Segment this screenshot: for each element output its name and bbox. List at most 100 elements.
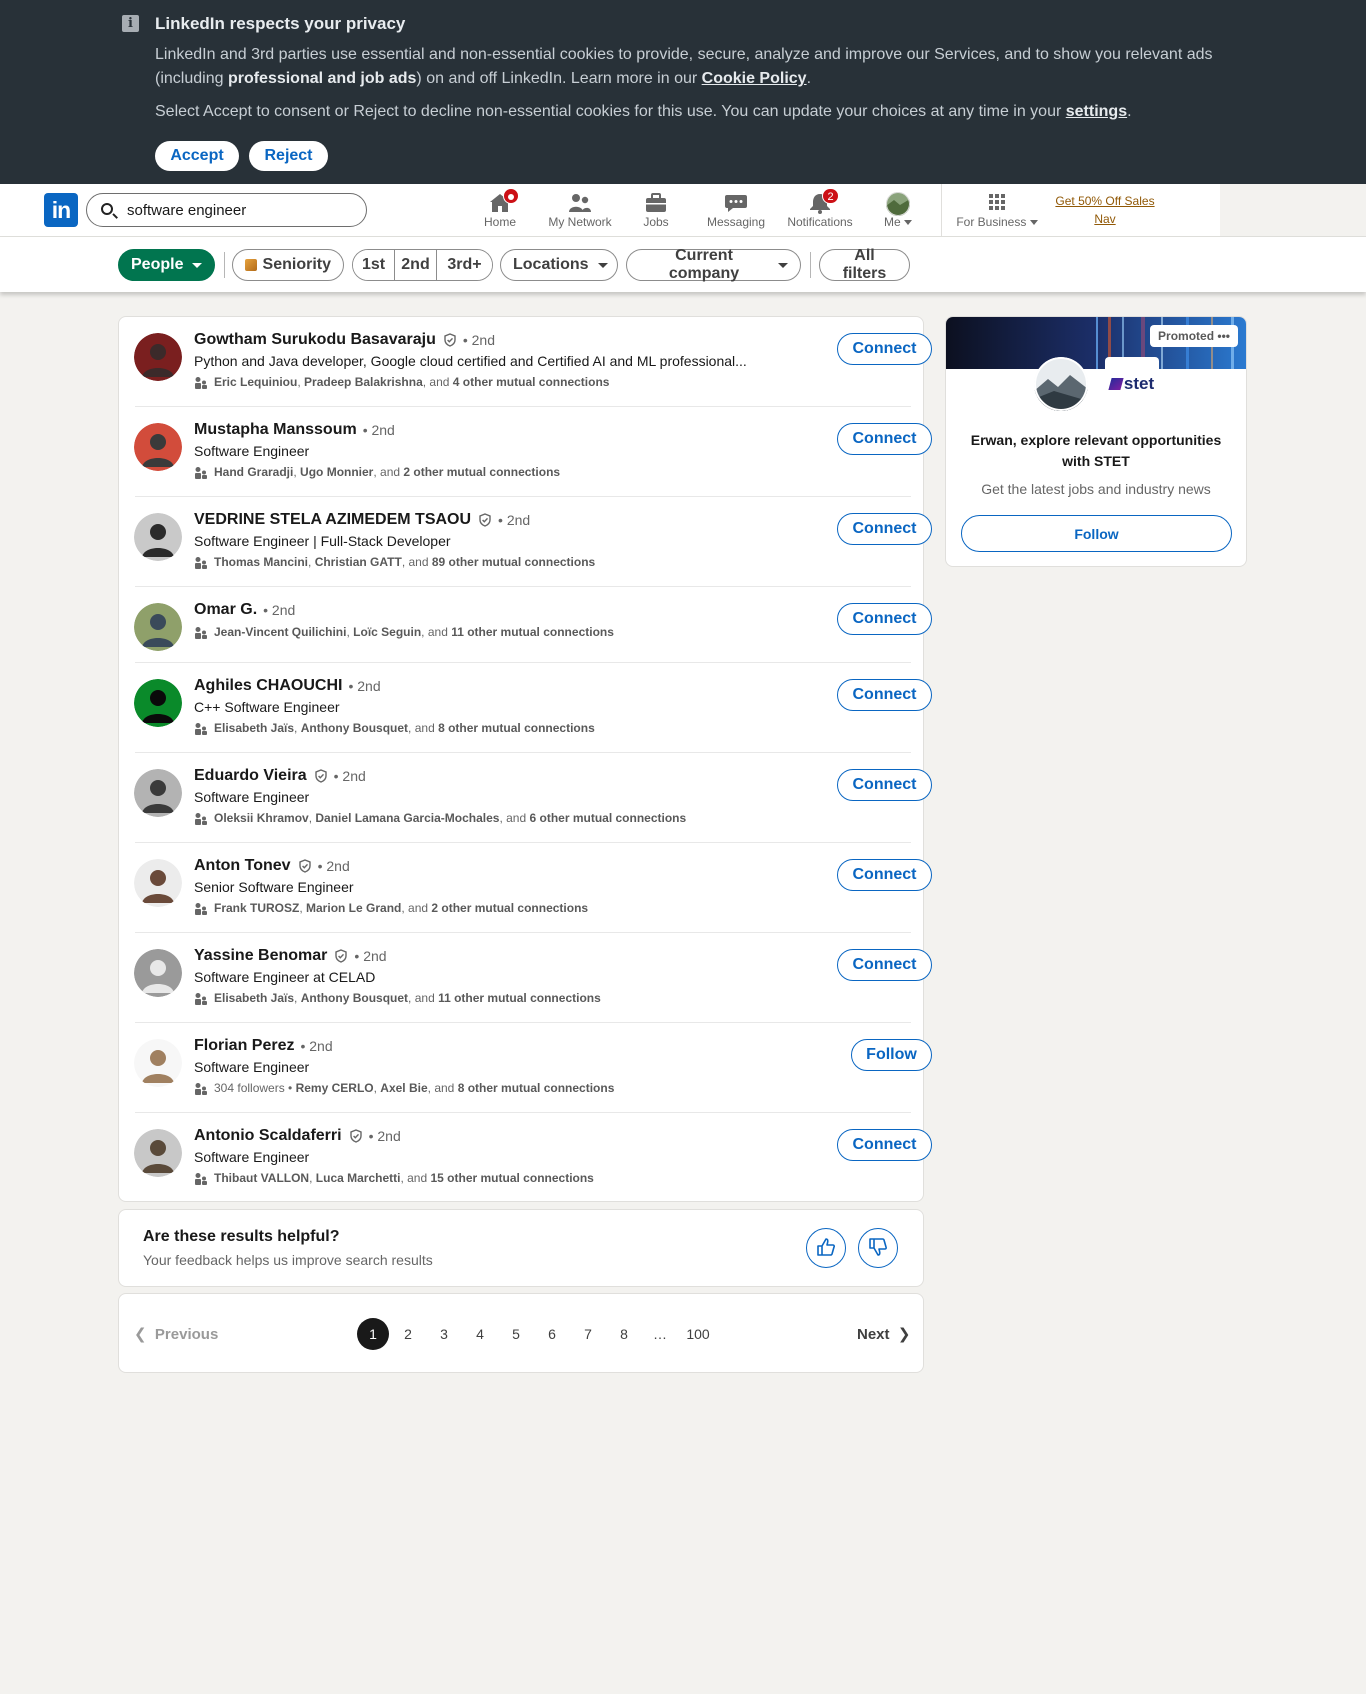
- degree-3rd-button[interactable]: 3rd+: [437, 250, 492, 280]
- mutual-connections[interactable]: Oleksii Khramov, Daniel Lamana Garcia-Mo…: [194, 811, 686, 825]
- result-name-link[interactable]: Florian Perez • 2nd: [194, 1037, 333, 1055]
- mutual-connections[interactable]: 304 followers • Remy CERLO, Axel Bie, an…: [194, 1081, 614, 1095]
- nav-home[interactable]: Home: [457, 188, 543, 234]
- connect-button[interactable]: Connect: [837, 769, 932, 801]
- result-name-link[interactable]: Mustapha Manssoum • 2nd: [194, 421, 395, 439]
- page-button[interactable]: 8: [608, 1318, 640, 1350]
- linkedin-logo[interactable]: in: [44, 193, 78, 227]
- nav-my-network[interactable]: My Network: [537, 190, 623, 234]
- profile-avatar[interactable]: [134, 949, 182, 997]
- page-button[interactable]: 4: [464, 1318, 496, 1350]
- reject-button[interactable]: Reject: [249, 141, 328, 171]
- search-bar[interactable]: [86, 193, 367, 227]
- people-filter-button[interactable]: People: [118, 249, 215, 281]
- current-company-filter-button[interactable]: Current company: [626, 247, 801, 282]
- cookie-text: LinkedIn and 3rd parties use essential a…: [155, 46, 1213, 87]
- follow-button[interactable]: Follow: [851, 1039, 932, 1071]
- connection-degree: • 2nd: [263, 602, 296, 618]
- connect-button[interactable]: Connect: [837, 423, 932, 455]
- profile-avatar[interactable]: [134, 859, 182, 907]
- connect-button[interactable]: Connect: [837, 859, 932, 891]
- mutual-connections-icon: [195, 376, 207, 389]
- page-button[interactable]: 7: [572, 1318, 604, 1350]
- connection-degree: • 2nd: [333, 768, 366, 784]
- connect-button[interactable]: Connect: [837, 603, 932, 635]
- degree-1st-button[interactable]: 1st: [353, 250, 395, 280]
- nav-jobs[interactable]: Jobs: [613, 190, 699, 234]
- mutual-connections-icon: [195, 902, 207, 915]
- result-name-link[interactable]: Gowtham Surukodu Basavaraju • 2nd: [194, 331, 495, 349]
- cookie-policy-link[interactable]: Cookie Policy: [702, 70, 807, 87]
- connection-degree-group: 1st 2nd 3rd+: [352, 249, 493, 281]
- page-button[interactable]: 1: [357, 1318, 389, 1350]
- mutual-connections[interactable]: Hand Graradji, Ugo Monnier, and 2 other …: [194, 465, 560, 479]
- settings-link[interactable]: settings: [1066, 103, 1127, 120]
- connection-degree: • 2nd: [348, 678, 381, 694]
- connect-button[interactable]: Connect: [837, 333, 932, 365]
- page-ellipsis: …: [653, 1326, 667, 1342]
- connect-button[interactable]: Connect: [837, 949, 932, 981]
- mutual-connections[interactable]: Elisabeth Jaïs, Anthony Bousquet, and 11…: [194, 991, 601, 1005]
- result-name-link[interactable]: Yassine Benomar • 2nd: [194, 947, 387, 965]
- page-button[interactable]: 3: [428, 1318, 460, 1350]
- mutual-connections[interactable]: Elisabeth Jaïs, Anthony Bousquet, and 8 …: [194, 721, 595, 735]
- verified-badge-icon: [314, 769, 327, 783]
- profile-avatar[interactable]: [134, 1129, 182, 1177]
- mutual-connections[interactable]: Thibaut VALLON, Luca Marchetti, and 15 o…: [194, 1171, 594, 1185]
- locations-filter-button[interactable]: Locations: [500, 249, 618, 281]
- thumbs-down-button[interactable]: [858, 1228, 898, 1268]
- page-button[interactable]: 100: [680, 1318, 716, 1350]
- previous-button[interactable]: ❮ Previous: [134, 1325, 218, 1343]
- profile-avatar[interactable]: [134, 423, 182, 471]
- mutual-connections[interactable]: Frank TUROSZ, Marion Le Grand, and 2 oth…: [194, 901, 588, 915]
- cookie-consent-text: Select Accept to consent or Reject to de…: [155, 103, 1132, 120]
- profile-avatar[interactable]: [134, 1039, 182, 1087]
- home-notification-dot: [503, 188, 519, 204]
- result-name-link[interactable]: Anton Tonev • 2nd: [194, 857, 350, 875]
- next-button[interactable]: Next ❯: [857, 1325, 910, 1343]
- nav-jobs-label: Jobs: [643, 215, 669, 229]
- page-button[interactable]: 5: [500, 1318, 532, 1350]
- verified-badge-icon: [444, 333, 456, 347]
- result-name-link[interactable]: Antonio Scaldaferri • 2nd: [194, 1127, 401, 1145]
- mutual-connections[interactable]: Thomas Mancini, Christian GATT, and 89 o…: [194, 555, 595, 569]
- search-input[interactable]: [127, 200, 347, 220]
- seniority-filter-button[interactable]: Seniority: [232, 249, 344, 281]
- degree-2nd-button[interactable]: 2nd: [395, 250, 437, 280]
- nav-me[interactable]: Me: [856, 190, 940, 234]
- search-result-row: VEDRINE STELA AZIMEDEM TSAOU • 2nd Softwar…: [119, 497, 932, 587]
- profile-avatar[interactable]: [134, 333, 182, 381]
- thumbs-up-icon: [817, 1237, 835, 1256]
- page-button[interactable]: 2: [392, 1318, 424, 1350]
- connect-button[interactable]: Connect: [837, 1129, 932, 1161]
- profile-avatar[interactable]: [134, 769, 182, 817]
- nav-messaging[interactable]: Messaging: [693, 190, 779, 234]
- nav-for-business[interactable]: For Business: [951, 190, 1043, 234]
- connect-button[interactable]: Connect: [837, 679, 932, 711]
- result-name-link[interactable]: Omar G. • 2nd: [194, 601, 295, 619]
- thumbs-up-button[interactable]: [806, 1228, 846, 1268]
- page-button[interactable]: 6: [536, 1318, 568, 1350]
- notifications-badge: 2: [822, 188, 839, 204]
- nav-notifications[interactable]: 2 Notifications: [777, 188, 863, 234]
- verified-badge-icon: [335, 949, 348, 963]
- ad-follow-button[interactable]: Follow: [961, 515, 1232, 552]
- result-name-link[interactable]: Aghiles CHAOUCHI • 2nd: [194, 677, 381, 695]
- mutual-connections-icon: [195, 992, 207, 1005]
- promoted-label[interactable]: Promoted •••: [1150, 325, 1238, 347]
- profile-avatar[interactable]: [134, 679, 182, 727]
- mutual-connections[interactable]: Eric Lequiniou, Pradeep Balakrishna, and…: [194, 375, 609, 389]
- connect-button[interactable]: Connect: [837, 513, 932, 545]
- mutual-connections-icon: [195, 556, 207, 569]
- search-result-row: Florian Perez • 2nd Software Engineer 304 f…: [119, 1023, 932, 1113]
- accept-button[interactable]: Accept: [155, 141, 239, 171]
- mutual-connections[interactable]: Jean-Vincent Quilichini, Loïc Seguin, an…: [194, 625, 614, 639]
- profile-avatar[interactable]: [134, 603, 182, 651]
- all-filters-button[interactable]: All filters: [819, 247, 910, 282]
- profile-avatar[interactable]: [134, 513, 182, 561]
- connection-degree: • 2nd: [362, 422, 395, 438]
- premium-promo-link[interactable]: Get 50% Off Sales Nav: [1050, 192, 1160, 228]
- result-name-link[interactable]: Eduardo Vieira • 2nd: [194, 767, 366, 785]
- result-name-link[interactable]: VEDRINE STELA AZIMEDEM TSAOU • 2nd: [194, 511, 530, 529]
- result-headline: Senior Software Engineer: [194, 879, 354, 895]
